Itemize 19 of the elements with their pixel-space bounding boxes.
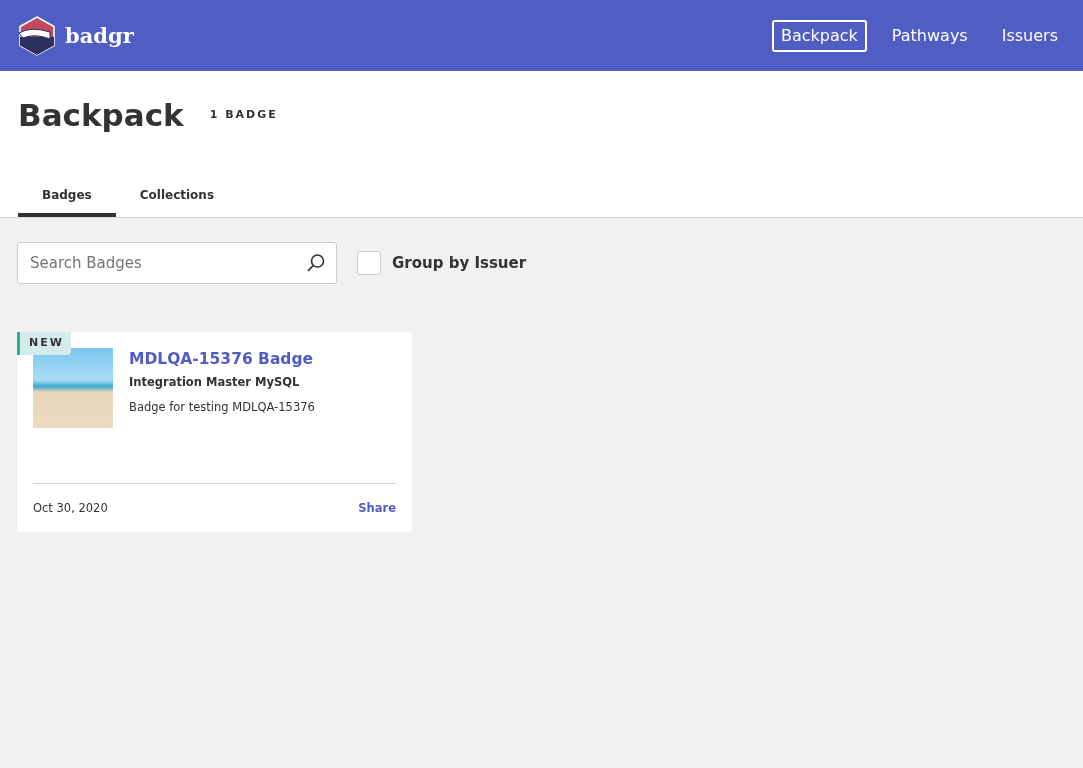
nav-link[interactable]: Issuers xyxy=(992,19,1067,52)
issue-date: Oct 30, 2020 xyxy=(33,500,108,518)
checkbox[interactable] xyxy=(357,251,381,276)
search-icon xyxy=(306,253,326,274)
search-field[interactable]: Search Badges xyxy=(17,242,337,285)
nav-link[interactable]: Backpack xyxy=(772,19,867,52)
checkbox-label[interactable]: Group by Issuer xyxy=(392,251,527,275)
new-tag: NEW xyxy=(17,332,71,355)
nav-link[interactable]: Pathways xyxy=(882,19,977,52)
page-title: Backpack xyxy=(18,97,184,135)
brand-name[interactable]: badgr xyxy=(65,19,134,52)
badge-count: 1 BADGE xyxy=(209,107,278,124)
tab[interactable]: Badges xyxy=(18,180,116,218)
issuer-name: Integration Master MySQL xyxy=(129,374,301,392)
share-link[interactable]: Share xyxy=(358,500,396,518)
badge-description: Badge for testing MDLQA-15376 xyxy=(129,398,315,416)
badger-logo-icon xyxy=(17,15,57,56)
tab[interactable]: Collections xyxy=(115,180,239,218)
badge-title-link[interactable]: MDLQA-15376 Badge xyxy=(129,348,315,372)
